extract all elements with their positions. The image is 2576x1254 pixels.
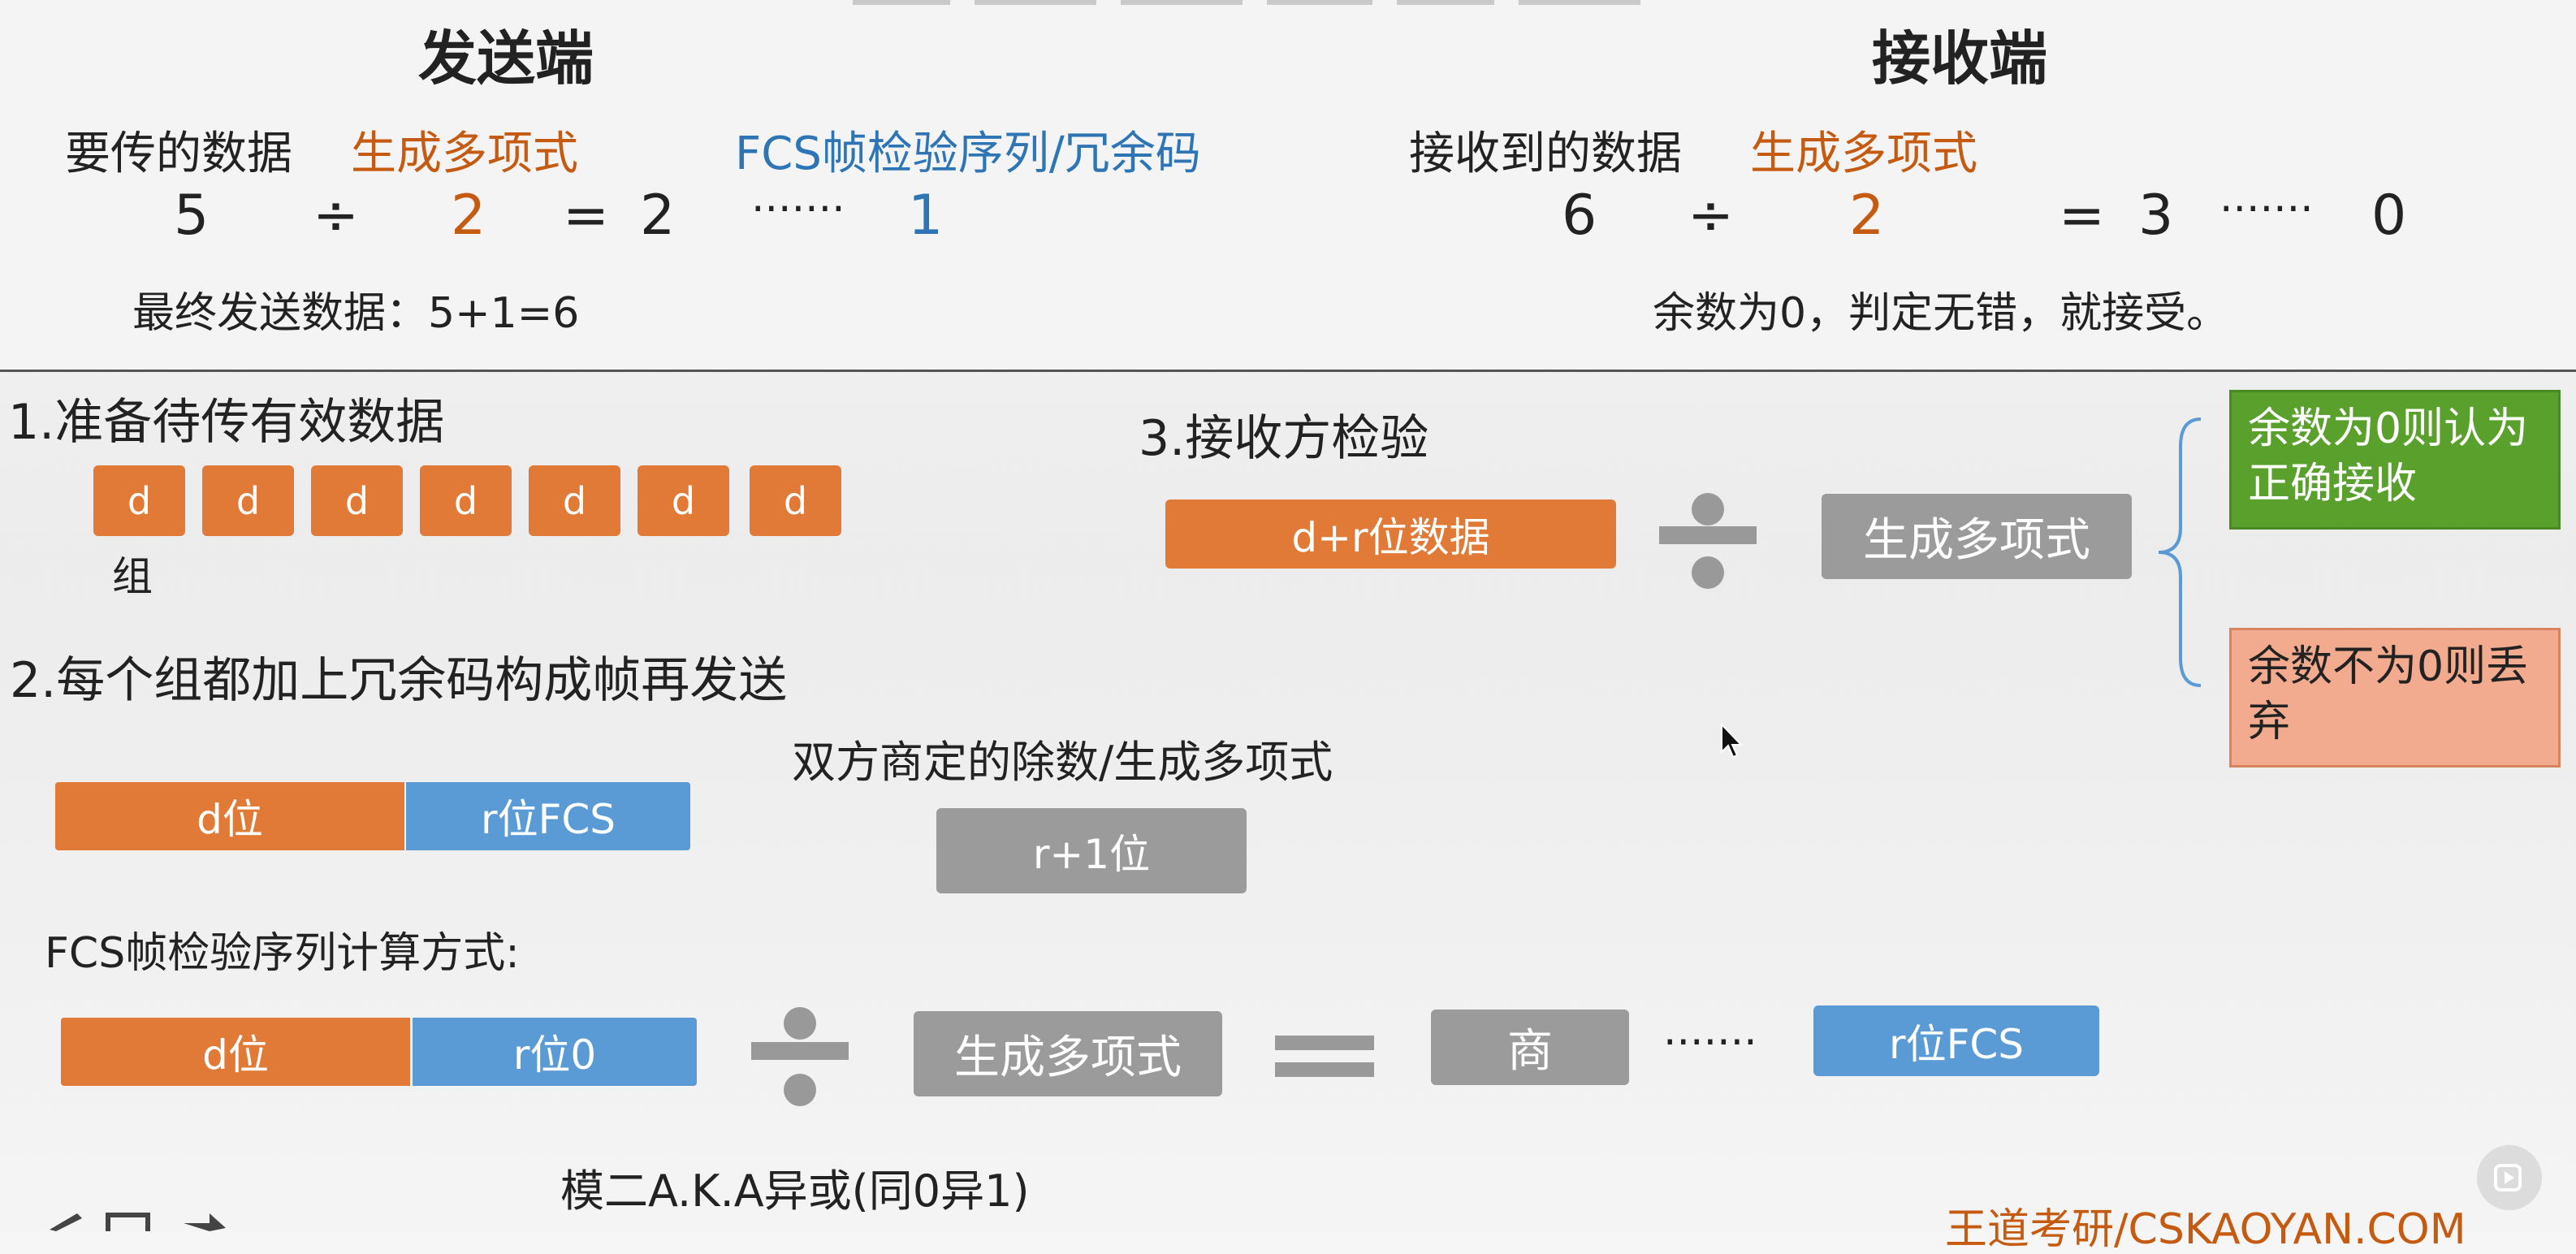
sender-divisor: 2 [451, 184, 486, 248]
divide-icon: ÷ [1688, 184, 1734, 248]
divider [0, 370, 2576, 372]
calc-poly-box: 生成多项式 [914, 1011, 1222, 1096]
sender-title: 发送端 [418, 24, 594, 93]
group-label: 组 [112, 553, 153, 600]
sender-data-label: 要传的数据 [65, 128, 292, 180]
discard-box: 余数不为0则丢弃 [2229, 628, 2561, 768]
receiver-dividend: 6 [1562, 184, 1597, 248]
receiver-quotient: 3 [2138, 184, 2174, 248]
divisor-box: r+1位 [936, 808, 1247, 893]
accept-box: 余数为0则认为正确接收 [2229, 390, 2561, 530]
receiver-result: 余数为0，判定无错，就接受。 [1653, 289, 2229, 338]
data-block: d [311, 465, 403, 536]
watermark: 王道考研/CSKAOYAN.COM [1945, 1205, 2466, 1254]
receiver-title: 接收端 [1872, 24, 2048, 93]
calc-fcs-box: r位FCS [1813, 1005, 2099, 1076]
toolbar-stub [1519, 0, 1640, 5]
step1-title: 1.准备待传有效数据 [8, 394, 445, 451]
modulo-note: 模二A.K.A异或(同0异1) [560, 1165, 1030, 1217]
play-icon [2494, 1164, 2522, 1191]
divisor-caption: 双方商定的除数/生成多项式 [792, 737, 1333, 788]
sender-dividend: 5 [174, 184, 210, 248]
brace-icon [2158, 417, 2202, 687]
receiver-dots: ······· [2219, 185, 2314, 234]
toolbar-stub [1267, 0, 1372, 5]
sender-quotient: 2 [640, 184, 676, 248]
toolbar-stub [1397, 0, 1494, 5]
sender-equals: = [563, 184, 609, 248]
quotient-box: 商 [1431, 1010, 1629, 1085]
pen-icon[interactable] [45, 1209, 85, 1231]
step3-title: 3.接收方检验 [1139, 410, 1429, 467]
frame-fcs-box: r位FCS [406, 782, 690, 850]
data-block: d [638, 465, 729, 536]
receiver-divisor: 2 [1849, 184, 1885, 248]
received-data-box: d+r位数据 [1165, 499, 1616, 569]
toolbar-stub [1121, 0, 1243, 5]
toolbar-stub [975, 0, 1096, 5]
sender-poly-label: 生成多项式 [351, 128, 578, 180]
receiver-remainder: 0 [2371, 184, 2407, 248]
step2-title: 2.每个组都加上冗余码构成帧再发送 [10, 652, 788, 709]
check-poly-box: 生成多项式 [1822, 494, 2132, 579]
calc-dots: ······· [1663, 1018, 1757, 1067]
data-block: d [93, 465, 185, 536]
sender-fcs-label: FCS帧检验序列/冗余码 [735, 128, 1201, 180]
data-block: d [529, 465, 620, 536]
fcs-calc-title: FCS帧检验序列计算方式: [45, 929, 520, 978]
toolbar-stub [853, 0, 950, 5]
sender-final: 最终发送数据：5+1=6 [132, 289, 580, 338]
sender-dots: ······· [751, 185, 845, 234]
play-button[interactable] [2477, 1145, 2542, 1210]
data-block: d [420, 465, 512, 536]
cursor-icon [1721, 723, 1744, 759]
receiver-poly-label: 生成多项式 [1750, 128, 1977, 180]
calc-data-box: d位 [61, 1018, 410, 1086]
data-block: d [750, 465, 841, 536]
data-block: d [202, 465, 294, 536]
receiver-equals: = [2059, 184, 2105, 248]
divide-icon: ÷ [313, 184, 359, 248]
receiver-data-label: 接收到的数据 [1409, 128, 1682, 180]
arrow-right-icon[interactable] [180, 1209, 229, 1231]
screen-icon[interactable] [106, 1213, 150, 1231]
sender-remainder: 1 [908, 184, 944, 248]
calc-zero-box: r位0 [413, 1018, 697, 1086]
frame-data-box: d位 [55, 782, 404, 850]
